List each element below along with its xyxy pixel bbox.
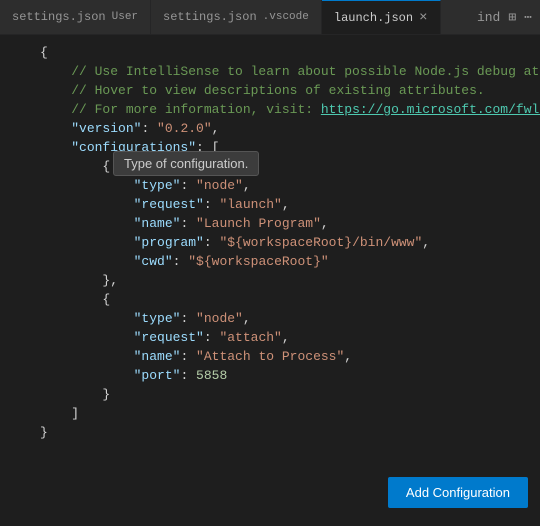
- code-line: "port": 5858: [0, 366, 540, 385]
- tab-settings-vscode[interactable]: settings.json .vscode: [151, 0, 322, 34]
- code-line: }: [0, 423, 540, 442]
- line-text: "cwd": "${workspaceRoot}": [40, 252, 329, 271]
- code-line: "name": "Launch Program",: [0, 214, 540, 233]
- line-text: {: [40, 290, 110, 309]
- line-text: }: [40, 423, 48, 442]
- code-line: "type": "node",: [0, 309, 540, 328]
- code-line: "request": "launch",: [0, 195, 540, 214]
- code-line: "program": "${workspaceRoot}/bin/www",: [0, 233, 540, 252]
- tab-launch-json-label: launch.json: [334, 11, 413, 25]
- tab-close-icon[interactable]: ×: [419, 11, 427, 25]
- code-line: "name": "Attach to Process",: [0, 347, 540, 366]
- code-line: // Hover to view descriptions of existin…: [0, 81, 540, 100]
- code-line: "request": "attach",: [0, 328, 540, 347]
- line-text: "type": "node",: [40, 176, 251, 195]
- line-text: "type": "node",: [40, 309, 251, 328]
- intellisense-tooltip: Type of configuration.: [113, 151, 259, 176]
- tooltip-text: Type of configuration.: [124, 156, 248, 171]
- code-line: // Use IntelliSense to learn about possi…: [0, 62, 540, 81]
- line-text: // Use IntelliSense to learn about possi…: [40, 62, 540, 81]
- line-text: {: [40, 43, 48, 62]
- line-text: "name": "Launch Program",: [40, 214, 329, 233]
- line-text: "name": "Attach to Process",: [40, 347, 352, 366]
- code-line: {: [0, 157, 540, 176]
- line-text: {: [40, 157, 110, 176]
- line-text: ]: [40, 404, 79, 423]
- tab-bar: settings.json User settings.json .vscode…: [0, 0, 540, 35]
- code-line: "type": "node",: [0, 176, 540, 195]
- tab-settings-user-label: settings.json: [12, 10, 106, 24]
- tab-settings-user-sublabel: User: [112, 11, 138, 23]
- line-text: "request": "attach",: [40, 328, 290, 347]
- code-line: "configurations": [: [0, 138, 540, 157]
- add-configuration-button[interactable]: Add Configuration: [388, 477, 528, 508]
- code-line: "cwd": "${workspaceRoot}": [0, 252, 540, 271]
- more-options-icon[interactable]: ⋯: [524, 10, 532, 25]
- indent-indicator[interactable]: ind: [477, 10, 500, 25]
- code-line: "version": "0.2.0",: [0, 119, 540, 138]
- code-line: {: [0, 290, 540, 309]
- line-text: "version": "0.2.0",: [40, 119, 219, 138]
- code-line: }: [0, 385, 540, 404]
- line-text: },: [40, 271, 118, 290]
- tab-toolbar: ind ⊞ ⋯: [469, 0, 540, 34]
- tab-settings-user[interactable]: settings.json User: [0, 0, 151, 34]
- split-editor-icon[interactable]: ⊞: [508, 10, 516, 25]
- code-line: },: [0, 271, 540, 290]
- line-text: // For more information, visit: https://…: [40, 100, 540, 119]
- line-text: "program": "${workspaceRoot}/bin/www",: [40, 233, 430, 252]
- line-text: }: [40, 385, 110, 404]
- code-line: {: [0, 43, 540, 62]
- code-line: // For more information, visit: https://…: [0, 100, 540, 119]
- code-editor: Type of configuration. { // Use IntelliS…: [0, 35, 540, 490]
- line-text: "request": "launch",: [40, 195, 290, 214]
- tab-settings-vscode-label: settings.json: [163, 10, 257, 24]
- line-text: // Hover to view descriptions of existin…: [40, 81, 485, 100]
- tab-settings-vscode-sublabel: .vscode: [263, 11, 309, 23]
- code-line: ]: [0, 404, 540, 423]
- line-text: "port": 5858: [40, 366, 227, 385]
- tab-launch-json[interactable]: launch.json ×: [322, 0, 441, 34]
